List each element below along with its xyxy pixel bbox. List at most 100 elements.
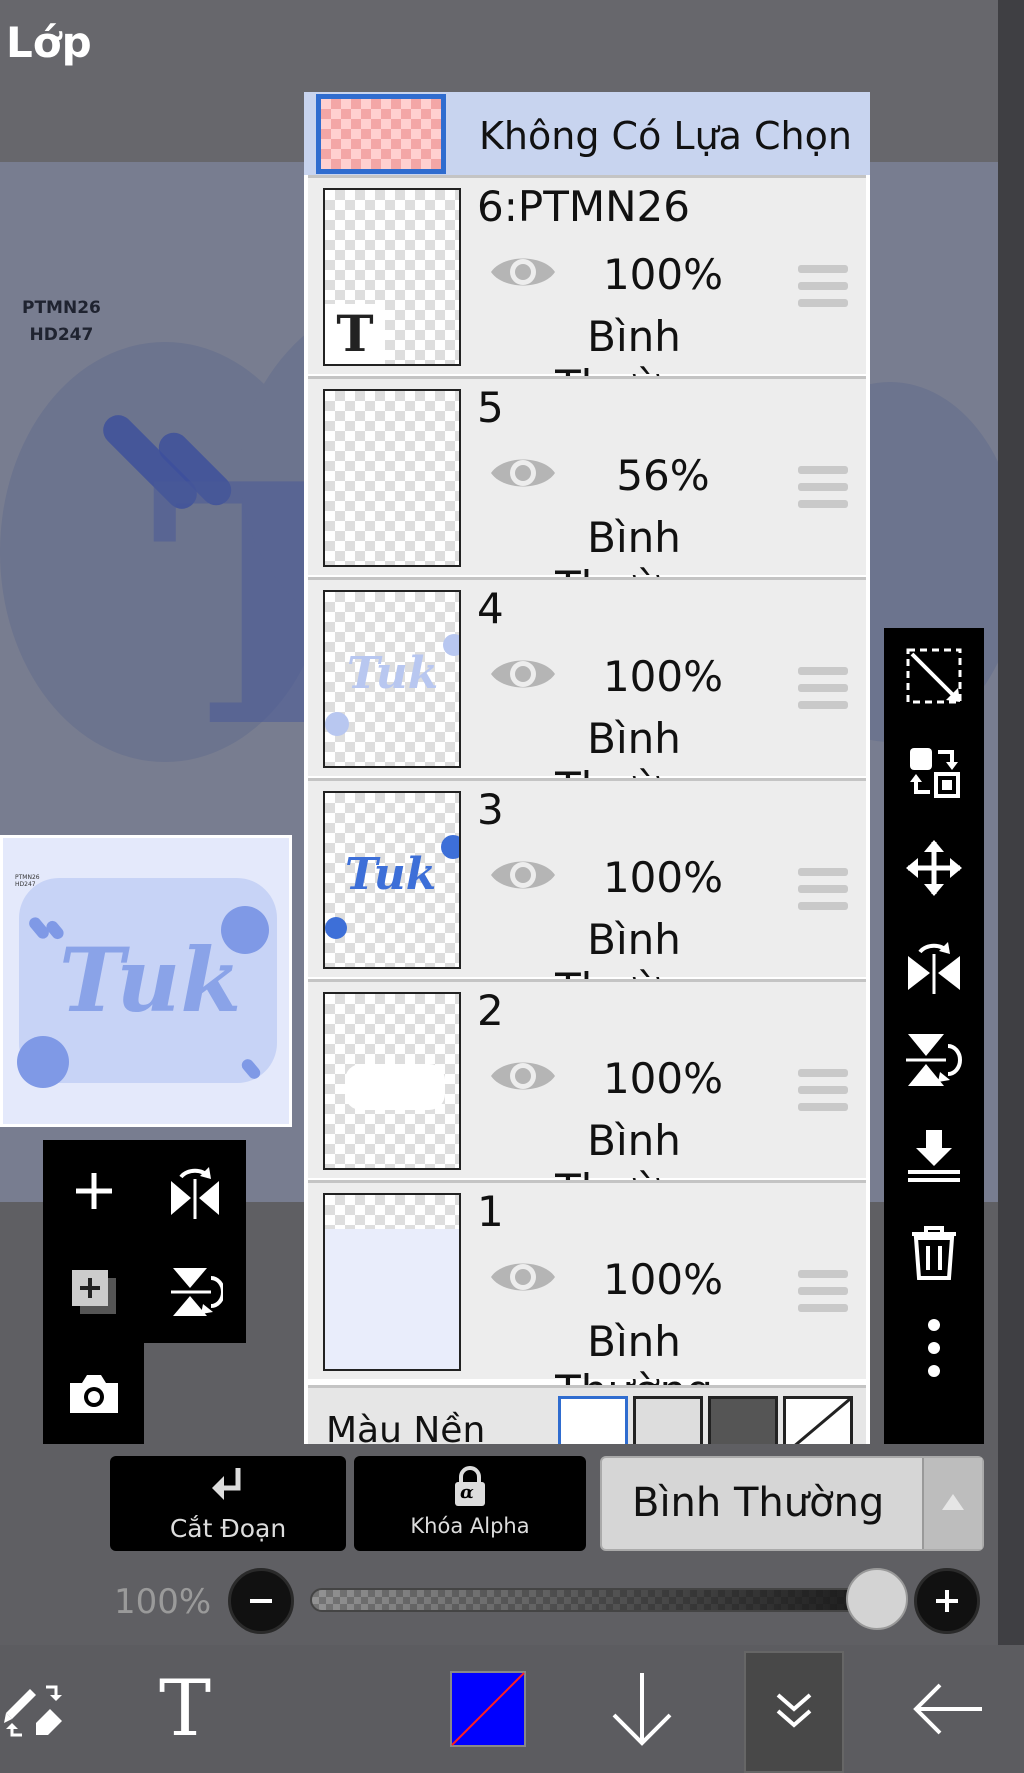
duplicate-icon bbox=[71, 1269, 116, 1314]
layer-opacity: 100% bbox=[602, 1255, 724, 1304]
selection-tool-button[interactable] bbox=[0, 1645, 76, 1773]
bg-none-swatch[interactable] bbox=[783, 1396, 853, 1444]
layer-panel: Không Có Lựa Chọn T 6:PTMN26 100% Bình T… bbox=[304, 92, 870, 1444]
merge-down-button[interactable] bbox=[884, 1108, 984, 1204]
flip-layer-horizontal-button[interactable] bbox=[884, 916, 984, 1012]
eye-icon[interactable] bbox=[488, 1255, 558, 1299]
layer-thumbnail bbox=[323, 389, 461, 567]
layer-name: 1 bbox=[477, 1187, 504, 1236]
layer-thumbnail bbox=[323, 992, 461, 1170]
bg-white-swatch[interactable] bbox=[558, 1396, 628, 1444]
arrow-down-icon bbox=[612, 1673, 672, 1746]
layer-opacity: 100% bbox=[602, 853, 724, 902]
eye-icon[interactable] bbox=[488, 250, 558, 294]
drag-handle-icon[interactable] bbox=[798, 667, 848, 711]
thumbnail-dot bbox=[443, 634, 459, 656]
layer-opacity: 100% bbox=[602, 250, 724, 299]
layer-opacity: 100% bbox=[602, 1054, 724, 1103]
blend-mode-value: Bình Thường bbox=[632, 1480, 885, 1526]
triangle-up-icon bbox=[942, 1494, 964, 1510]
canvas-preview[interactable]: PTMN26 HD247 Tuk bbox=[0, 835, 292, 1127]
preview-dot bbox=[17, 1036, 69, 1088]
delete-layer-button[interactable] bbox=[884, 1204, 984, 1300]
thumbnail-word: Tuk bbox=[347, 648, 439, 699]
drag-handle-icon[interactable] bbox=[798, 1069, 848, 1113]
swap-layer-button[interactable] bbox=[884, 724, 984, 820]
canvas-text-line: HD247 bbox=[29, 325, 94, 345]
down-arrow-button[interactable] bbox=[600, 1645, 684, 1773]
more-vertical-icon bbox=[928, 1319, 940, 1377]
background-color-row[interactable]: Màu Nền bbox=[308, 1385, 866, 1444]
layer-quick-tools bbox=[43, 1140, 246, 1343]
color-swatch-button[interactable] bbox=[446, 1645, 530, 1773]
layer-opacity: 100% bbox=[602, 652, 724, 701]
layer-thumbnail: T bbox=[323, 188, 461, 366]
preview-dot bbox=[221, 906, 269, 954]
layer-row-4[interactable]: Tuk 4 100% Bình Thường bbox=[308, 577, 866, 812]
drag-handle-icon[interactable] bbox=[798, 1270, 848, 1314]
layer-row-6[interactable]: T 6:PTMN26 100% Bình Thường bbox=[308, 175, 866, 410]
clip-arrow-icon bbox=[212, 1468, 241, 1500]
layer-name: 6:PTMN26 bbox=[477, 182, 690, 231]
scroll-gutter bbox=[998, 0, 1024, 1645]
duplicate-layer-button[interactable] bbox=[43, 1241, 144, 1342]
layer-row-3[interactable]: Tuk 3 100% Bình Thường bbox=[308, 778, 866, 1013]
layer-thumbnail: Tuk bbox=[323, 791, 461, 969]
more-options-button[interactable] bbox=[884, 1300, 984, 1396]
add-layer-button[interactable] bbox=[43, 1140, 144, 1241]
selection-layer-row[interactable]: Không Có Lựa Chọn bbox=[304, 92, 870, 175]
layers-toggle-button[interactable] bbox=[744, 1645, 844, 1773]
drag-handle-icon[interactable] bbox=[798, 466, 848, 510]
layer-name: 3 bbox=[477, 785, 504, 834]
layer-tool-strip bbox=[884, 628, 984, 1444]
layer-opacity: 56% bbox=[616, 451, 710, 500]
opacity-slider-track[interactable] bbox=[310, 1588, 876, 1612]
layer-name: 2 bbox=[477, 986, 504, 1035]
move-layer-button[interactable] bbox=[884, 820, 984, 916]
flip-vertical-button[interactable] bbox=[144, 1241, 245, 1342]
clipping-label: Cắt Đoạn bbox=[169, 1514, 287, 1543]
bg-checker-dark-swatch[interactable] bbox=[708, 1396, 778, 1444]
flip-horizontal-icon bbox=[170, 1166, 219, 1219]
eye-icon[interactable] bbox=[488, 451, 558, 495]
blend-mode-select[interactable]: Bình Thường bbox=[600, 1456, 984, 1551]
eye-icon[interactable] bbox=[488, 652, 558, 696]
canvas-text: PTMN26 HD247 bbox=[22, 295, 101, 349]
opacity-decrease-button[interactable] bbox=[228, 1568, 294, 1634]
drag-handle-icon[interactable] bbox=[798, 868, 848, 912]
canvas-text-line: PTMN26 bbox=[22, 298, 101, 318]
preview-word: Tuk bbox=[59, 928, 242, 1032]
layer-row-2[interactable]: 2 100% Bình Thường bbox=[308, 979, 866, 1214]
thumbnail-shape bbox=[345, 1064, 445, 1110]
dropdown-toggle[interactable] bbox=[922, 1458, 982, 1549]
double-chevron-down-icon bbox=[776, 1693, 812, 1728]
camera-tool bbox=[43, 1343, 144, 1444]
camera-button[interactable] bbox=[43, 1343, 144, 1444]
opacity-increase-button[interactable] bbox=[914, 1568, 980, 1634]
eye-icon[interactable] bbox=[488, 1054, 558, 1098]
alpha-lock-label: Khóa Alpha bbox=[410, 1514, 530, 1538]
eye-icon[interactable] bbox=[488, 853, 558, 897]
drag-handle-icon[interactable] bbox=[798, 265, 848, 309]
move-icon bbox=[906, 840, 962, 896]
layer-thumbnail: Tuk bbox=[323, 590, 461, 768]
layer-name: 4 bbox=[477, 584, 504, 633]
opacity-value: 100% bbox=[114, 1582, 212, 1622]
layer-row-1[interactable]: 1 100% Bình Thường bbox=[308, 1180, 866, 1415]
clipping-button[interactable]: Cắt Đoạn bbox=[110, 1456, 346, 1551]
opacity-slider-knob[interactable] bbox=[846, 1568, 908, 1630]
swap-icon bbox=[910, 748, 960, 798]
plus-icon bbox=[75, 1172, 112, 1209]
flip-layer-vertical-button[interactable] bbox=[884, 1012, 984, 1108]
flip-horizontal-button[interactable] bbox=[144, 1140, 245, 1241]
back-button[interactable] bbox=[908, 1645, 988, 1773]
trash-icon bbox=[912, 1226, 956, 1280]
thumbnail-word: Tuk bbox=[345, 849, 437, 900]
text-tool-button[interactable]: T bbox=[140, 1645, 230, 1773]
bg-checker-light-swatch[interactable] bbox=[633, 1396, 703, 1444]
thumbnail-shape bbox=[325, 1229, 459, 1369]
clear-selection-button[interactable] bbox=[884, 628, 984, 724]
layer-row-5[interactable]: 5 56% Bình Thường bbox=[308, 376, 866, 611]
alpha-lock-button[interactable]: α Khóa Alpha bbox=[354, 1456, 586, 1551]
page-title: Lớp bbox=[6, 18, 92, 67]
